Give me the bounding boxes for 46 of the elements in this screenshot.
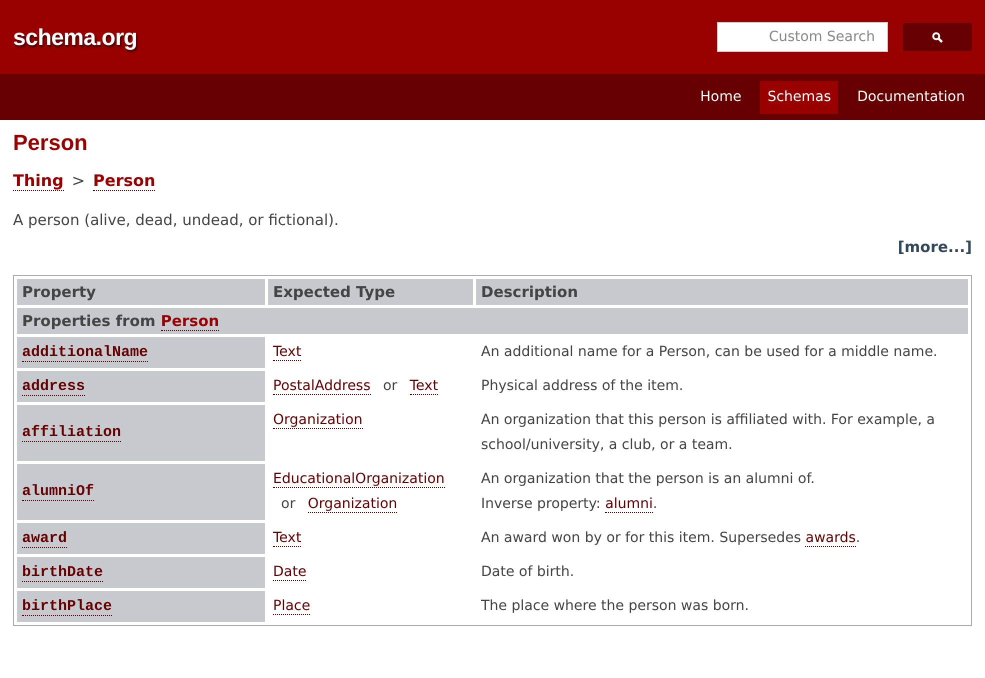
breadcrumb-separator: > [72,171,86,190]
section-label: Properties from [22,312,156,330]
type-link[interactable]: Text [273,530,302,546]
description-text: . [652,496,658,512]
description-text: An additional name for a Person, can be used for a middle name. [481,344,938,360]
type-link[interactable]: Place [273,598,310,614]
breadcrumb-link[interactable]: Thing [13,171,64,191]
search-icon [932,32,943,42]
type-link[interactable]: Text [273,344,302,360]
property-link[interactable]: award [22,530,68,548]
section-link[interactable]: Person [160,312,220,330]
column-header: Property [17,278,265,304]
type-link[interactable]: Text [410,378,438,394]
description-text: Inverse property: [481,496,601,512]
description-text: An organization that this person is affiliated with. For example, a school/university, a club, or a team. [481,412,935,452]
nav-link[interactable]: Documentation [850,80,972,114]
breadcrumb-link[interactable]: Person [93,171,156,191]
type-description: A person (alive, dead, undead, or fictional). [13,210,340,231]
description-text: The place where the person was born. [481,598,749,614]
description-link[interactable]: alumni [605,496,653,512]
type-link[interactable]: PostalAddress [273,378,371,394]
nav-link[interactable]: Home [693,80,748,114]
type-link[interactable]: Date [273,564,306,580]
description-link[interactable]: awards [805,530,856,546]
page-title: Person [13,129,89,157]
more-link[interactable]: [more...] [898,238,972,256]
property-link[interactable]: affiliation [22,424,122,442]
property-link[interactable]: birthDate [22,564,104,582]
column-header: Expected Type [268,278,473,304]
type-link[interactable]: EducationalOrganization [273,470,445,488]
description-text: An organization that the person is an alumni of. [481,470,815,486]
type-link[interactable]: Organization [308,496,398,512]
search-field[interactable]: Custom Search [717,22,888,52]
property-link[interactable]: address [22,378,86,396]
or-text: or [382,378,398,394]
nav-link[interactable]: Schemas [760,80,838,114]
or-text: or [281,496,296,512]
description-text: Date of birth. [481,564,574,580]
column-header: Description [476,278,968,304]
description-text: An award won by or for this item. Supersedes [481,530,802,546]
search-button[interactable] [903,23,972,51]
description-text: Physical address of the item. [481,378,684,394]
property-link[interactable]: alumniOf [22,483,94,501]
type-link[interactable]: Organization [273,412,363,428]
site-logo[interactable]: schema.org [13,20,138,54]
description-text: . [856,530,860,546]
